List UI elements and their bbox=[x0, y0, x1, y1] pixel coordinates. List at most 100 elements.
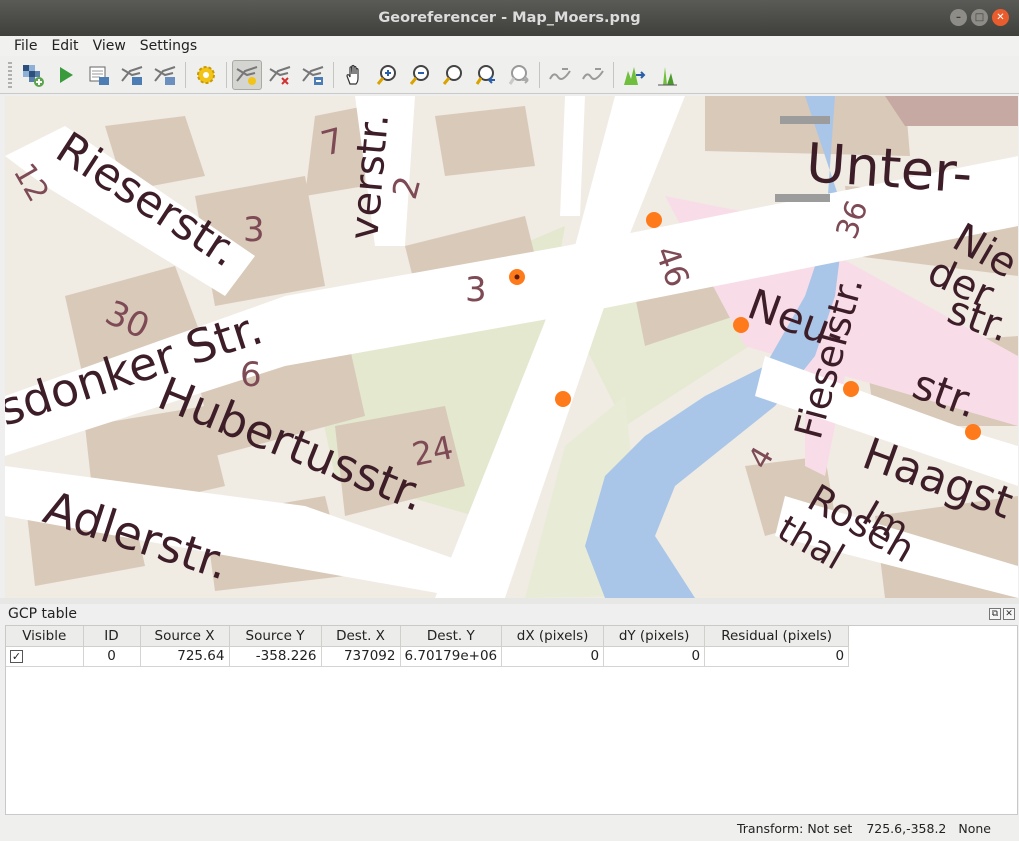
transformation-settings-button[interactable] bbox=[191, 60, 221, 90]
column-header-dy[interactable]: dY (pixels) bbox=[603, 626, 706, 647]
column-header-dx[interactable]: dX (pixels) bbox=[501, 626, 605, 647]
zoom-last-button[interactable] bbox=[471, 60, 501, 90]
zoom-in-button[interactable] bbox=[372, 60, 402, 90]
gcp-marker[interactable] bbox=[733, 317, 749, 333]
link-qgis-to-georeferencer-button[interactable] bbox=[578, 60, 608, 90]
transform-status: Transform: Not set bbox=[736, 821, 853, 836]
zoom-to-layer-button[interactable] bbox=[438, 60, 468, 90]
toolbar bbox=[0, 56, 1019, 94]
maximize-button[interactable]: □ bbox=[971, 9, 988, 26]
visible-cell[interactable]: ✓ bbox=[6, 646, 84, 667]
menu-settings[interactable]: Settings bbox=[140, 38, 197, 54]
dest-y-cell[interactable]: 6.70179e+06 bbox=[400, 646, 503, 667]
link-qgis-to-georeferencer-icon bbox=[582, 67, 604, 80]
load-gcp-points-icon bbox=[121, 65, 143, 85]
zoom-in-icon bbox=[376, 64, 396, 85]
column-header-dest-y[interactable]: Dest. Y bbox=[400, 626, 503, 647]
id-cell[interactable]: 0 bbox=[83, 646, 141, 667]
column-header-dest-x[interactable]: Dest. X bbox=[321, 626, 401, 647]
map-image: Rieserstr. 12 30 3 7 2 3 verstr. sdonker… bbox=[5, 96, 1018, 598]
add-point-icon bbox=[236, 65, 258, 85]
close-icon: ✕ bbox=[996, 11, 1005, 23]
dx-cell[interactable]: 0 bbox=[501, 646, 605, 667]
close-icon: ✕ bbox=[1005, 609, 1013, 619]
full-histogram-stretch-button[interactable] bbox=[619, 60, 649, 90]
zoom-out-icon bbox=[409, 64, 429, 85]
residual-cell[interactable]: 0 bbox=[704, 646, 850, 667]
column-header-source-y[interactable]: Source Y bbox=[229, 626, 322, 647]
panel-splitter[interactable] bbox=[0, 598, 1019, 604]
link-georeferencer-to-qgis-icon bbox=[549, 67, 571, 80]
dest-x-cell[interactable]: 737092 bbox=[321, 646, 401, 667]
full-histogram-stretch-icon bbox=[624, 66, 646, 85]
column-header-id[interactable]: ID bbox=[83, 626, 141, 647]
map-label: 3 bbox=[465, 270, 487, 310]
zoom-to-layer-icon bbox=[442, 64, 462, 85]
window-titlebar: Georeferencer - Map_Moers.png – □ ✕ bbox=[0, 0, 1019, 36]
toolbar-separator bbox=[185, 61, 186, 88]
source-x-cell[interactable]: 725.64 bbox=[140, 646, 230, 667]
gcp-marker[interactable] bbox=[843, 381, 859, 397]
local-histogram-stretch-button[interactable] bbox=[652, 60, 682, 90]
dy-cell[interactable]: 0 bbox=[603, 646, 706, 667]
menu-bar: File Edit View Settings bbox=[0, 36, 1019, 56]
delete-point-button[interactable] bbox=[265, 60, 295, 90]
map-label: Unter- bbox=[804, 131, 974, 205]
move-gcp-point-icon bbox=[302, 65, 324, 85]
move-gcp-point-button[interactable] bbox=[298, 60, 328, 90]
close-button[interactable]: ✕ bbox=[992, 9, 1009, 26]
delete-point-icon bbox=[269, 65, 291, 85]
coordinate-readout: 725.6,-358.2 bbox=[866, 821, 947, 836]
zoom-next-icon bbox=[508, 64, 529, 85]
gcp-marker[interactable] bbox=[965, 424, 981, 440]
menu-edit[interactable]: Edit bbox=[51, 38, 78, 54]
gcp-panel-title: GCP table bbox=[8, 606, 77, 622]
generate-gdal-script-button[interactable] bbox=[84, 60, 114, 90]
visible-checkbox[interactable]: ✓ bbox=[10, 649, 23, 663]
toolbar-grip[interactable] bbox=[8, 61, 12, 88]
column-header-source-x[interactable]: Source X bbox=[140, 626, 230, 647]
open-raster-button[interactable] bbox=[18, 60, 48, 90]
column-header-visible[interactable]: Visible bbox=[6, 626, 84, 647]
column-header-residual[interactable]: Residual (pixels) bbox=[704, 626, 850, 647]
local-histogram-stretch-icon bbox=[657, 66, 677, 85]
map-canvas[interactable]: Rieserstr. 12 30 3 7 2 3 verstr. sdonker… bbox=[5, 96, 1018, 598]
menu-view[interactable]: View bbox=[93, 38, 126, 54]
zoom-next-button[interactable] bbox=[504, 60, 534, 90]
table-header-row: Visible ID Source X Source Y Dest. X Des… bbox=[6, 626, 850, 647]
window-title: Georeferencer - Map_Moers.png bbox=[378, 10, 641, 26]
generate-gdal-script-icon bbox=[89, 66, 109, 85]
pan-button[interactable] bbox=[339, 60, 369, 90]
toolbar-separator bbox=[539, 61, 540, 88]
status-bar: Transform: Not set 725.6,-358.2 None bbox=[0, 816, 1019, 841]
float-icon: ⧉ bbox=[991, 609, 999, 619]
gcp-marker[interactable] bbox=[555, 391, 571, 407]
panel-controls: ⧉ ✕ bbox=[989, 608, 1015, 620]
start-georeferencing-icon bbox=[60, 66, 73, 83]
toolbar-separator bbox=[613, 61, 614, 88]
minimize-button[interactable]: – bbox=[950, 9, 967, 26]
close-panel-button[interactable]: ✕ bbox=[1003, 608, 1015, 620]
gcp-table-grid: Visible ID Source X Source Y Dest. X Des… bbox=[6, 626, 850, 667]
load-gcp-points-button[interactable] bbox=[117, 60, 147, 90]
window-controls: – □ ✕ bbox=[950, 9, 1009, 26]
menu-file[interactable]: File bbox=[14, 38, 37, 54]
gcp-marker-center bbox=[514, 274, 520, 280]
save-gcp-points-icon bbox=[154, 65, 176, 85]
save-gcp-points-button[interactable] bbox=[150, 60, 180, 90]
add-point-button[interactable] bbox=[232, 59, 262, 90]
gcp-table[interactable]: Visible ID Source X Source Y Dest. X Des… bbox=[5, 625, 1018, 815]
transformation-settings-icon bbox=[197, 65, 215, 84]
toolbar-separator bbox=[226, 61, 227, 88]
toolbar-separator bbox=[333, 61, 334, 88]
maximize-icon: □ bbox=[974, 11, 985, 23]
zoom-out-button[interactable] bbox=[405, 60, 435, 90]
float-panel-button[interactable]: ⧉ bbox=[989, 608, 1001, 620]
crs-status[interactable]: None bbox=[958, 821, 991, 836]
gcp-marker[interactable] bbox=[646, 212, 662, 228]
link-georeferencer-to-qgis-button[interactable] bbox=[545, 60, 575, 90]
source-y-cell[interactable]: -358.226 bbox=[229, 646, 322, 667]
table-row[interactable]: ✓ 0 725.64 -358.226 737092 6.70179e+06 0… bbox=[6, 646, 850, 667]
map-label: 3 bbox=[243, 210, 265, 250]
start-georeferencing-button[interactable] bbox=[51, 60, 81, 90]
